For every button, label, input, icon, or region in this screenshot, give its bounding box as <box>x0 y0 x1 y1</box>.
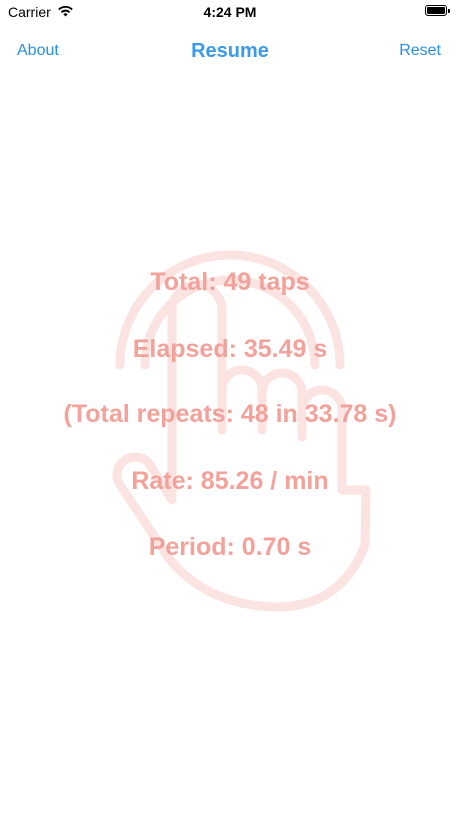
carrier-label: Carrier <box>8 4 51 20</box>
elapsed-time-text: Elapsed: 35.49 s <box>132 335 328 363</box>
battery-icon <box>425 5 450 16</box>
battery-fill <box>427 7 445 14</box>
reset-button[interactable]: Reset <box>399 42 441 60</box>
resume-button[interactable]: Resume <box>0 40 460 63</box>
total-taps-text: Total: 49 taps <box>150 268 310 296</box>
app-screen: Carrier 4:24 PM About Resume Reset Total… <box>0 0 460 818</box>
period-text: Period: 0.70 s <box>148 533 312 561</box>
total-repeats-text: (Total repeats: 48 in 33.78 s) <box>63 400 397 428</box>
battery-body <box>425 5 447 16</box>
navigation-bar: About Resume Reset <box>0 32 460 72</box>
rate-text: Rate: 85.26 / min <box>131 467 329 495</box>
battery-tip <box>448 8 450 13</box>
status-bar: Carrier <box>0 0 460 24</box>
wifi-icon <box>57 4 74 20</box>
status-left: Carrier <box>8 4 74 20</box>
